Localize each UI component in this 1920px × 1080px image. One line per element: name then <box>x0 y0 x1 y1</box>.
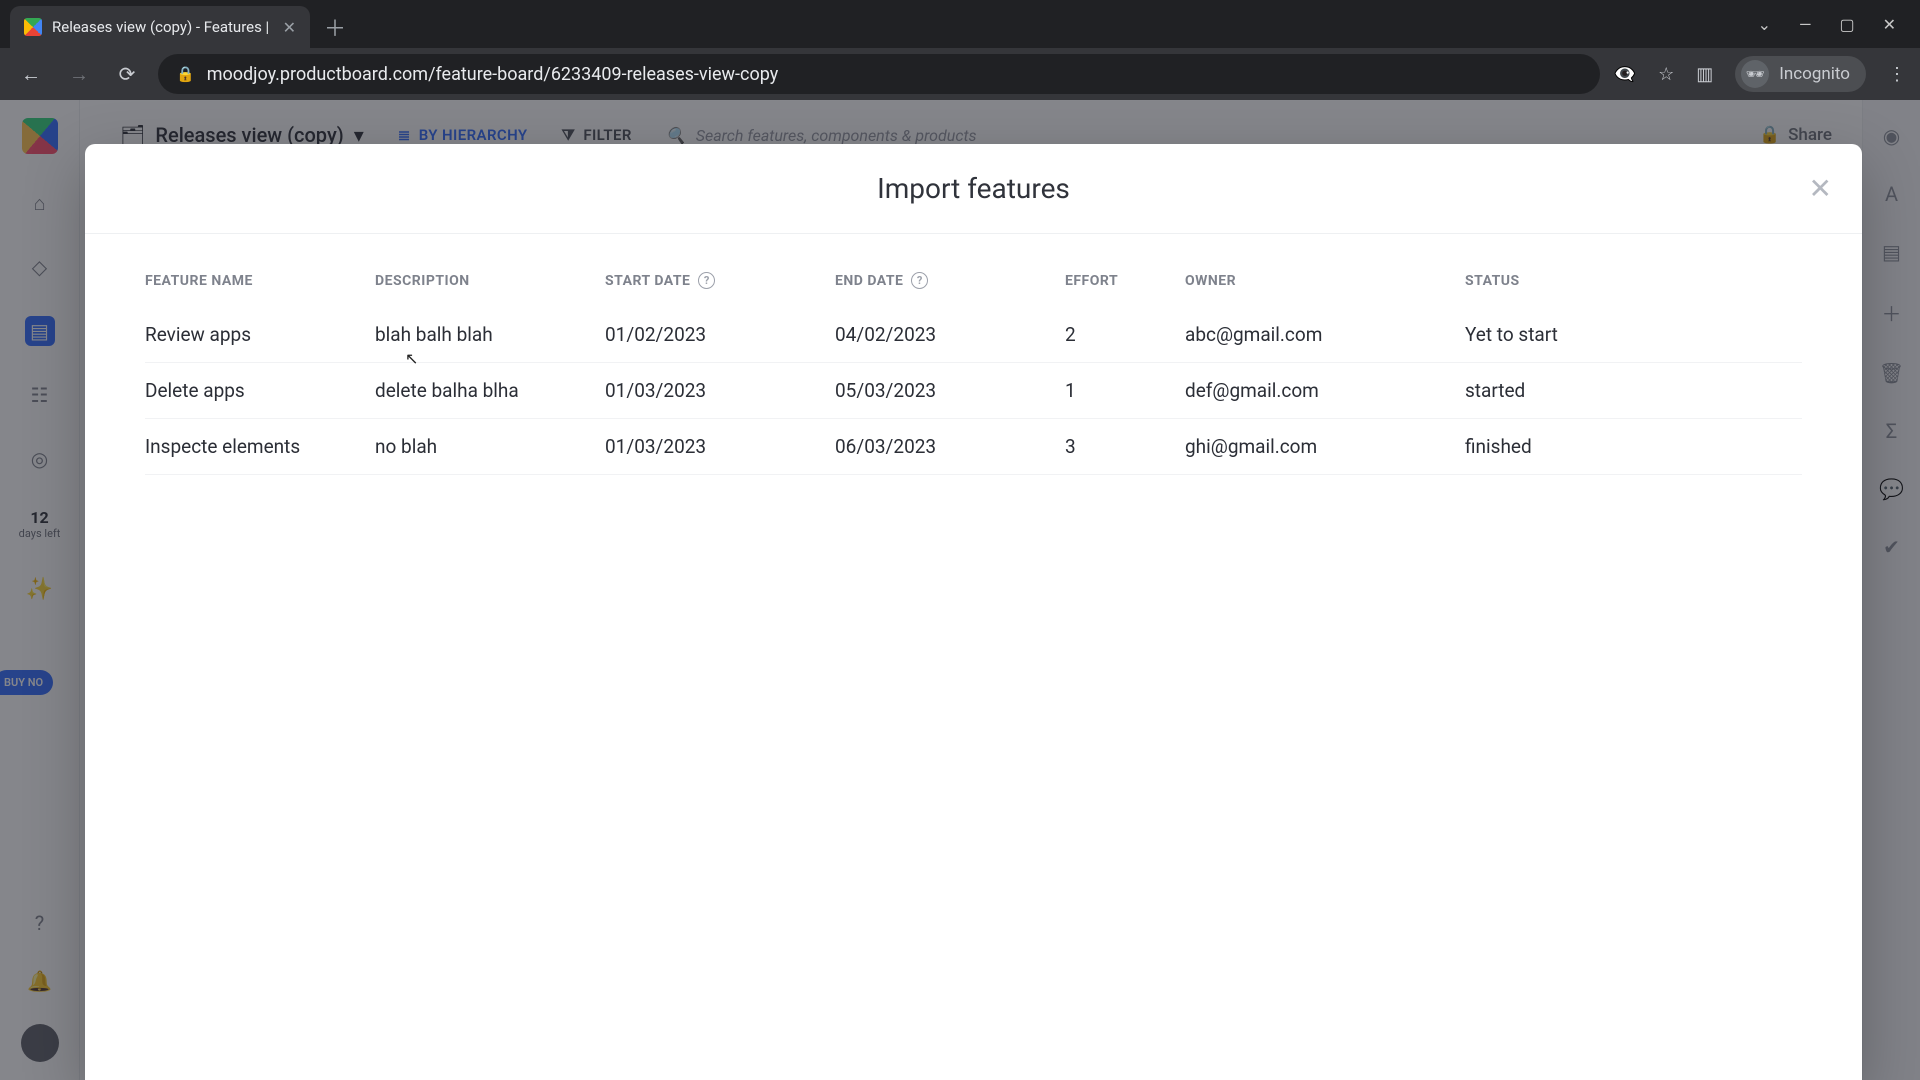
browser-address-bar: ← → ⟳ 🔒 moodjoy.productboard.com/feature… <box>0 48 1920 100</box>
cell-desc: no blah <box>375 435 605 458</box>
window-maximize-icon[interactable]: ▢ <box>1839 15 1854 34</box>
help-icon[interactable]: ? <box>911 272 928 289</box>
side-panel-icon[interactable]: ▥ <box>1696 64 1713 85</box>
window-controls: ⌄ ― ▢ ✕ <box>1734 0 1920 48</box>
tab-close-icon[interactable]: ✕ <box>283 18 296 37</box>
kebab-menu-icon[interactable]: ⋮ <box>1888 64 1906 85</box>
page-url: moodjoy.productboard.com/feature-board/6… <box>207 64 779 85</box>
cell-name: Review apps <box>145 323 375 346</box>
browser-tab-strip: Releases view (copy) - Features | ✕ ＋ ⌄ … <box>0 0 1920 48</box>
eye-off-icon[interactable]: 👁‍🗨 <box>1614 64 1636 85</box>
browser-tab[interactable]: Releases view (copy) - Features | ✕ <box>10 6 310 48</box>
incognito-label: Incognito <box>1779 64 1850 84</box>
cell-end: 04/02/2023 <box>835 323 1065 346</box>
import-features-modal: Import features ✕ FEATURE NAME DESCRIPTI… <box>85 144 1862 1080</box>
cell-desc: blah balh blah <box>375 323 605 346</box>
nav-back-button[interactable]: ← <box>14 57 48 91</box>
table-row[interactable]: Inspecte elementsno blah01/03/202306/03/… <box>145 419 1802 475</box>
cell-end: 06/03/2023 <box>835 435 1065 458</box>
cell-name: Delete apps <box>145 379 375 402</box>
cell-effort: 2 <box>1065 323 1185 346</box>
col-status: STATUS <box>1465 273 1665 289</box>
cell-effort: 3 <box>1065 435 1185 458</box>
window-minimize-icon[interactable]: ― <box>1799 15 1812 34</box>
table-row[interactable]: Delete appsdelete balha blha01/03/202305… <box>145 363 1802 419</box>
cell-name: Inspecte elements <box>145 435 375 458</box>
modal-header: Import features ✕ <box>85 144 1862 234</box>
cell-owner: ghi@gmail.com <box>1185 435 1465 458</box>
help-icon[interactable]: ? <box>698 272 715 289</box>
cell-desc: delete balha blha <box>375 379 605 402</box>
cell-end: 05/03/2023 <box>835 379 1065 402</box>
cell-status: Yet to start <box>1465 323 1665 346</box>
incognito-icon: 🕶 <box>1741 60 1769 88</box>
cell-status: started <box>1465 379 1665 402</box>
window-close-icon[interactable]: ✕ <box>1883 15 1896 34</box>
nav-reload-button[interactable]: ⟳ <box>110 57 144 91</box>
col-end-date: END DATE? <box>835 272 1065 289</box>
col-effort: EFFORT <box>1065 273 1185 289</box>
cell-start: 01/02/2023 <box>605 323 835 346</box>
cell-start: 01/03/2023 <box>605 435 835 458</box>
cell-status: finished <box>1465 435 1665 458</box>
cell-owner: def@gmail.com <box>1185 379 1465 402</box>
new-tab-button[interactable]: ＋ <box>318 10 352 44</box>
col-start-date: START DATE? <box>605 272 835 289</box>
incognito-chip[interactable]: 🕶 Incognito <box>1735 56 1866 92</box>
table-header-row: FEATURE NAME DESCRIPTION START DATE? END… <box>145 262 1802 307</box>
cell-owner: abc@gmail.com <box>1185 323 1465 346</box>
modal-close-button[interactable]: ✕ <box>1809 172 1832 205</box>
import-table: FEATURE NAME DESCRIPTION START DATE? END… <box>85 234 1862 475</box>
col-description: DESCRIPTION <box>375 273 605 289</box>
tab-search-icon[interactable]: ⌄ <box>1758 15 1771 34</box>
tab-title: Releases view (copy) - Features | <box>52 18 273 36</box>
nav-forward-button[interactable]: → <box>62 57 96 91</box>
tab-favicon-icon <box>24 18 42 36</box>
modal-title: Import features <box>877 172 1070 205</box>
cell-start: 01/03/2023 <box>605 379 835 402</box>
omnibox[interactable]: 🔒 moodjoy.productboard.com/feature-board… <box>158 54 1600 94</box>
bookmark-star-icon[interactable]: ☆ <box>1658 64 1674 85</box>
app-viewport: ⌂ ◇ ▤ ☷ ◎ 12 days left BUY NO ✨ ? 🔔 🗂 Re… <box>0 100 1920 1080</box>
lock-icon: 🔒 <box>176 65 195 83</box>
table-row[interactable]: Review appsblah balh blah01/02/202304/02… <box>145 307 1802 363</box>
cell-effort: 1 <box>1065 379 1185 402</box>
col-feature-name: FEATURE NAME <box>145 273 375 289</box>
col-owner: OWNER <box>1185 273 1465 289</box>
